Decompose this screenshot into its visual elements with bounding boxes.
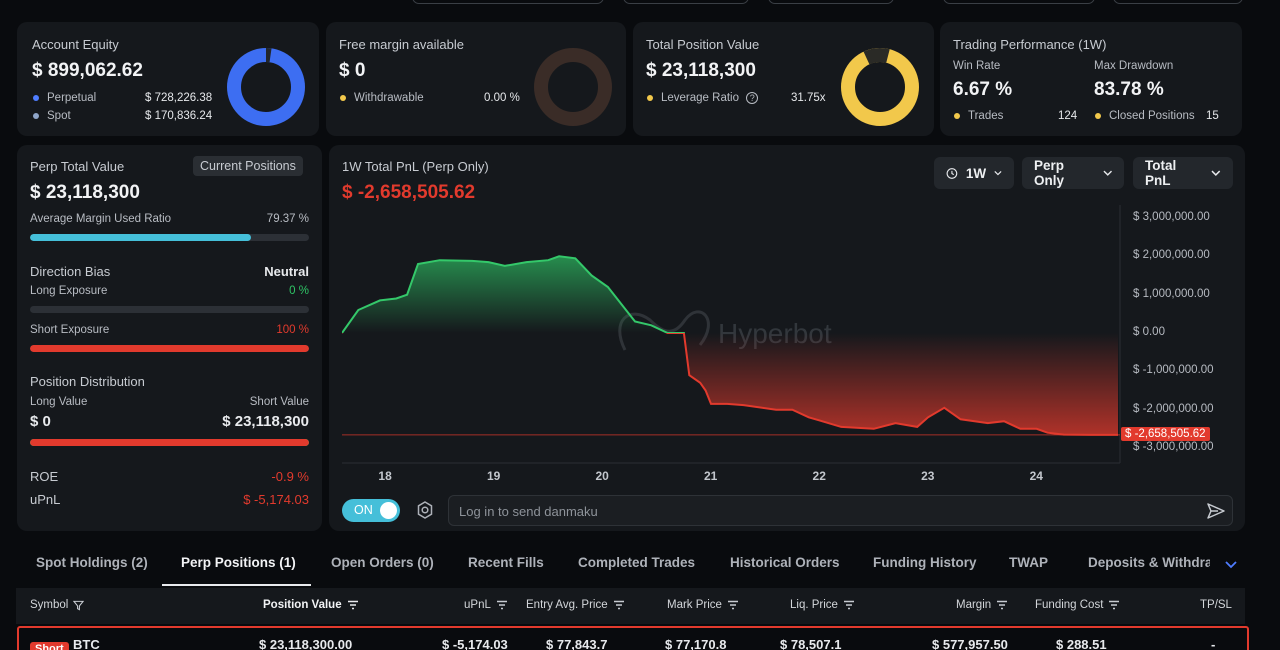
row-entry-price: $ 77,843.7 [546, 637, 608, 650]
sort-icon[interactable] [496, 600, 508, 610]
x-tick-label: 19 [486, 469, 501, 483]
active-tab-underline [162, 584, 311, 586]
tab-historical-orders[interactable]: Historical Orders [730, 555, 840, 570]
row-liq-price: $ 78,507.1 [780, 637, 842, 650]
y-tick-label: $ -2,000,000.00 [1133, 402, 1214, 415]
row-funding-cost: $ 288.51 [1056, 637, 1107, 650]
x-tick-label: 24 [1029, 469, 1043, 483]
sort-icon[interactable] [1108, 600, 1120, 610]
y-tick-label: $ -3,000,000.00 [1133, 441, 1214, 453]
tab-deposits-withdraw[interactable]: Deposits & Withdraw [1088, 555, 1210, 570]
x-tick-label: 20 [595, 469, 609, 483]
chevron-down-icon[interactable] [1224, 557, 1238, 571]
y-tick-label: $ -1,000,000.00 [1133, 364, 1214, 377]
row-position-value: $ 23,118,300.00 [259, 637, 353, 650]
col-liq-price[interactable]: Liq. Price [790, 599, 855, 611]
col-funding-cost[interactable]: Funding Cost [1035, 599, 1120, 611]
sort-icon[interactable] [613, 600, 625, 610]
filter-icon[interactable] [73, 600, 85, 611]
row-mark-price: $ 77,170.8 [665, 637, 727, 650]
toggle-knob [380, 502, 397, 519]
danmaku-toggle[interactable]: ON [342, 499, 400, 522]
tab-completed-trades[interactable]: Completed Trades [578, 555, 695, 570]
col-entry-price[interactable]: Entry Avg. Price [526, 599, 625, 611]
col-tpsl: TP/SL [1200, 599, 1232, 611]
x-tick-label: 23 [921, 469, 935, 483]
danmaku-input[interactable]: Log in to send danmaku [448, 495, 1233, 526]
row-tpsl: - [1211, 637, 1216, 650]
send-icon[interactable] [1206, 501, 1226, 521]
sort-icon[interactable] [347, 600, 359, 610]
current-value-badge: $ -2,658,505.62 [1121, 426, 1210, 441]
toggle-label: ON [354, 503, 373, 517]
y-tick-label: $ 1,000,000.00 [1133, 287, 1210, 300]
side-badge: Short [30, 642, 69, 650]
sort-icon[interactable] [996, 600, 1008, 610]
pnl-area-chart: Hyperbot [342, 205, 1121, 464]
tab-twap[interactable]: TWAP [1009, 555, 1048, 570]
col-position-value[interactable]: Position Value [263, 599, 359, 611]
x-tick-label: 21 [704, 469, 718, 483]
col-symbol[interactable]: Symbol [30, 599, 85, 611]
col-margin[interactable]: Margin [956, 599, 1008, 611]
danmaku-placeholder: Log in to send danmaku [459, 504, 598, 519]
settings-icon[interactable] [415, 500, 435, 520]
x-tick-label: 22 [812, 469, 826, 483]
row-upnl: $ -5,174.03 [442, 637, 508, 650]
col-mark-price[interactable]: Mark Price [667, 599, 739, 611]
row-symbol[interactable]: BTC [73, 637, 100, 650]
y-tick-label: $ 2,000,000.00 [1133, 249, 1210, 262]
tab-spot-holdings[interactable]: Spot Holdings (2) [36, 555, 148, 570]
x-tick-label: 18 [378, 469, 392, 483]
sort-icon[interactable] [843, 600, 855, 610]
sort-icon[interactable] [727, 600, 739, 610]
tab-perp-positions[interactable]: Perp Positions (1) [181, 555, 296, 570]
tab-funding-history[interactable]: Funding History [873, 555, 977, 570]
tab-open-orders[interactable]: Open Orders (0) [331, 555, 434, 570]
row-margin: $ 577,957.50 [932, 637, 1008, 650]
y-tick-label: $ 0.00 [1133, 326, 1165, 338]
tab-recent-fills[interactable]: Recent Fills [468, 555, 544, 570]
y-tick-label: $ 3,000,000.00 [1133, 211, 1210, 223]
col-upnl[interactable]: uPnL [464, 599, 508, 611]
